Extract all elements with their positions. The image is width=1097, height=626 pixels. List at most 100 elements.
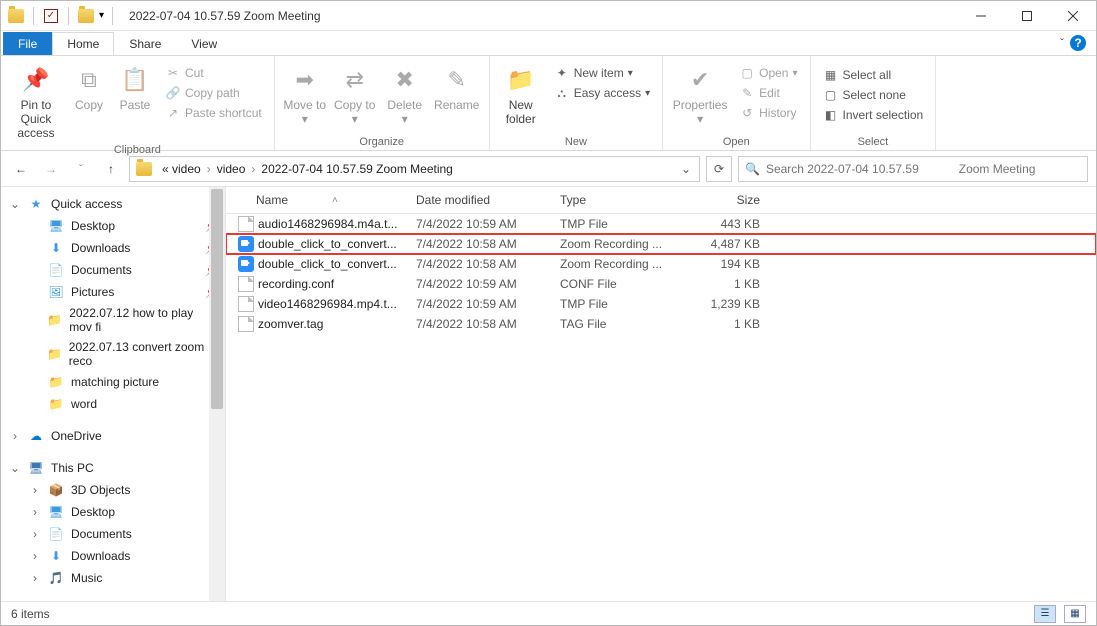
file-row[interactable]: video1468296984.mp4.t...7/4/2022 10:59 A…	[226, 294, 1096, 314]
3d-icon: 📦	[47, 482, 65, 498]
history-button[interactable]: ↺History	[737, 104, 799, 122]
col-header-name[interactable]: Name ˄	[226, 193, 416, 207]
sidebar-onedrive[interactable]: › ☁ OneDrive	[1, 425, 225, 447]
file-row[interactable]: double_click_to_convert...7/4/2022 10:58…	[226, 254, 1096, 274]
breadcrumb[interactable]: 2022-07-04 10.57.59 Zoom Meeting	[255, 162, 458, 176]
address-dropdown-icon[interactable]: ⌄	[675, 162, 697, 176]
delete-button[interactable]: ✖ Delete ▾	[381, 62, 429, 128]
file-row[interactable]: audio1468296984.m4a.t...7/4/2022 10:59 A…	[226, 214, 1096, 234]
easy-access-button[interactable]: ⛬Easy access ▾	[552, 84, 652, 102]
properties-button[interactable]: ✔ Properties ▾	[669, 62, 731, 128]
large-icons-view-button[interactable]: ▦	[1064, 605, 1086, 623]
new-folder-button[interactable]: 📁 New folder	[496, 62, 546, 128]
sidebar-item[interactable]: 📁matching picture	[1, 371, 225, 393]
sidebar-item-label: Desktop	[71, 505, 115, 519]
pin-to-quick-access-button[interactable]: 📌 Pin to Quick access	[7, 62, 65, 142]
nav-forward-button[interactable]: →	[39, 157, 63, 181]
sidebar-item[interactable]: 🖥Desktop📌	[1, 215, 225, 237]
new-item-button[interactable]: ✦New item ▾	[552, 64, 652, 82]
nav-up-button[interactable]: ↑	[99, 157, 123, 181]
breadcrumb[interactable]: video	[211, 162, 252, 176]
documents-icon: 📄	[47, 262, 65, 278]
rename-button[interactable]: ✎ Rename	[431, 62, 483, 114]
file-row[interactable]: double_click_to_convert...7/4/2022 10:58…	[226, 234, 1096, 254]
paste-button[interactable]: 📋 Paste	[113, 62, 157, 114]
refresh-button[interactable]: ⟳	[706, 156, 732, 182]
nav-back-button[interactable]: ←	[9, 157, 33, 181]
open-button[interactable]: ▢Open ▾	[737, 64, 799, 82]
col-header-size[interactable]: Size	[690, 193, 770, 207]
copy-path-button[interactable]: 🔗Copy path	[163, 84, 264, 102]
chevron-right-icon[interactable]: ›	[29, 549, 41, 563]
chevron-down-icon[interactable]: ⌄	[9, 461, 21, 475]
sidebar-this-pc[interactable]: ⌄ 🖥 This PC	[1, 457, 225, 479]
maximize-button[interactable]	[1004, 1, 1050, 31]
sidebar-item[interactable]: ›🎵Music	[1, 567, 225, 589]
sidebar-item-label: Pictures	[71, 285, 114, 299]
folder-icon: 📁	[47, 374, 65, 390]
close-button[interactable]	[1050, 1, 1096, 31]
address-bar[interactable]: « video› video› 2022-07-04 10.57.59 Zoom…	[129, 156, 700, 182]
tab-view[interactable]: View	[176, 32, 232, 55]
chevron-right-icon[interactable]: ›	[29, 483, 41, 497]
file-size: 1 KB	[690, 317, 770, 331]
paste-shortcut-button[interactable]: ↗Paste shortcut	[163, 104, 264, 122]
breadcrumb[interactable]: « video	[156, 162, 207, 176]
chevron-right-icon[interactable]: ›	[9, 429, 21, 443]
sidebar-item[interactable]: 📁word	[1, 393, 225, 415]
help-icon[interactable]: ?	[1070, 35, 1086, 51]
chevron-right-icon[interactable]: ›	[29, 505, 41, 519]
sidebar-item[interactable]: ›🖥Desktop	[1, 501, 225, 523]
copy-button[interactable]: ⧉ Copy	[67, 62, 111, 114]
file-row[interactable]: zoomver.tag7/4/2022 10:58 AMTAG File1 KB	[226, 314, 1096, 334]
scrollbar-thumb[interactable]	[211, 189, 223, 409]
sidebar-item[interactable]: ›⬇Downloads	[1, 545, 225, 567]
cut-button[interactable]: ✂Cut	[163, 64, 264, 82]
file-date: 7/4/2022 10:59 AM	[416, 277, 560, 291]
item-count: 6 items	[11, 607, 50, 621]
folder-icon	[136, 162, 152, 176]
paste-icon: 📋	[119, 64, 151, 96]
group-label: Select	[817, 134, 930, 150]
invert-selection-button[interactable]: ◧Invert selection	[821, 106, 926, 124]
new-item-icon: ✦	[554, 65, 570, 81]
move-to-button[interactable]: ➡ Move to ▾	[281, 62, 329, 128]
chevron-right-icon[interactable]: ›	[29, 527, 41, 541]
minimize-button[interactable]	[958, 1, 1004, 31]
search-input[interactable]	[766, 162, 1081, 176]
sidebar-item[interactable]: 🖼Pictures📌	[1, 281, 225, 303]
rename-icon: ✎	[441, 64, 473, 96]
copy-to-button[interactable]: ⇄ Copy to ▾	[331, 62, 379, 128]
select-none-button[interactable]: ▢Select none	[821, 86, 926, 104]
sidebar-item[interactable]: ⬇Downloads📌	[1, 237, 225, 259]
tab-home[interactable]: Home	[52, 32, 114, 55]
col-header-date[interactable]: Date modified	[416, 193, 560, 207]
properties-qat-icon[interactable]: ✓	[42, 7, 60, 25]
file-type: Zoom Recording ...	[560, 237, 690, 251]
sidebar-item[interactable]: ›📦3D Objects	[1, 479, 225, 501]
col-header-type[interactable]: Type	[560, 193, 690, 207]
pin-icon: 📌	[20, 64, 52, 96]
tab-share[interactable]: Share	[114, 32, 176, 55]
chevron-down-icon[interactable]: ▾	[99, 10, 104, 21]
sidebar-item[interactable]: 📁2022.07.12 how to play mov fi	[1, 303, 225, 337]
sidebar-item[interactable]: ›📄Documents	[1, 523, 225, 545]
details-view-button[interactable]: ☰	[1034, 605, 1056, 623]
tab-file[interactable]: File	[3, 32, 52, 55]
nav-recent-button[interactable]: ˇ	[69, 157, 93, 181]
chevron-down-icon[interactable]: ⌄	[9, 197, 21, 211]
sidebar-item[interactable]: 📄Documents📌	[1, 259, 225, 281]
search-box[interactable]: 🔍	[738, 156, 1088, 182]
sidebar-quick-access[interactable]: ⌄ ★ Quick access	[1, 193, 225, 215]
select-all-button[interactable]: ▦Select all	[821, 66, 926, 84]
sidebar-item[interactable]: 📁2022.07.13 convert zoom reco	[1, 337, 225, 371]
window-title: 2022-07-04 10.57.59 Zoom Meeting	[123, 9, 958, 23]
file-row[interactable]: recording.conf7/4/2022 10:59 AMCONF File…	[226, 274, 1096, 294]
search-icon: 🔍	[745, 162, 760, 176]
ribbon-collapse-icon[interactable]: ˇ	[1060, 36, 1064, 50]
folder-icon	[77, 7, 95, 25]
copy-label: Copy	[75, 98, 103, 112]
edit-button[interactable]: ✎Edit	[737, 84, 799, 102]
chevron-right-icon[interactable]: ›	[29, 571, 41, 585]
sidebar-scrollbar[interactable]	[209, 187, 225, 601]
